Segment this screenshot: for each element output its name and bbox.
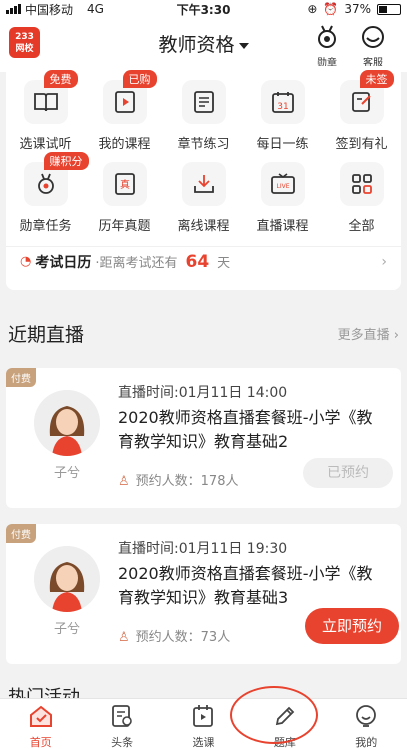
network-type: 4G xyxy=(87,2,104,16)
home-icon xyxy=(29,705,52,727)
tab-profile[interactable]: 我的 xyxy=(336,699,396,749)
battery-icon xyxy=(377,3,401,15)
live-title: 2020教师资格直播套餐班-小学《教育教学知识》教育基础2 xyxy=(118,408,373,451)
section-title: 近期直播 xyxy=(8,324,85,346)
alarm-icon: ⏰ xyxy=(323,2,339,16)
medal-icon xyxy=(318,25,336,48)
battery-percent: 37% xyxy=(344,2,371,16)
more-live-link[interactable]: 更多直播 › xyxy=(338,324,399,343)
booked-button[interactable]: 已预约 xyxy=(303,458,393,488)
paid-tag: 付费 xyxy=(6,368,36,387)
tab-question-bank[interactable]: 题库 xyxy=(255,699,315,749)
document-list-icon xyxy=(181,80,226,124)
live-tv-icon: LIVE xyxy=(260,162,305,206)
live-time: 直播时间:01月11日 19:30 xyxy=(118,541,288,557)
caret-down-icon xyxy=(238,42,249,49)
badge-unsigned: 未签 xyxy=(359,70,394,88)
booking-count: ♙ 预约人数：73人 xyxy=(118,630,231,645)
download-icon xyxy=(181,162,226,206)
grid-item-offline-courses[interactable]: 离线课程 xyxy=(168,162,240,234)
person-icon: ♙ xyxy=(118,630,130,645)
svg-text:LIVE: LIVE xyxy=(276,183,289,190)
tab-courses[interactable]: 选课 xyxy=(173,699,233,749)
live-title: 2020教师资格直播套餐班-小学《教育教学知识》教育基础3 xyxy=(118,564,373,607)
news-icon xyxy=(112,705,132,727)
calendar-clock-icon: ◔ xyxy=(20,254,32,269)
calendar-icon: 31 xyxy=(260,80,305,124)
booking-count: ♙ 预约人数：178人 xyxy=(118,474,239,489)
teacher-avatar xyxy=(34,390,100,456)
profile-icon xyxy=(356,705,377,727)
grid-item-all[interactable]: 全部 xyxy=(326,162,398,234)
grid-item-sign-in[interactable]: 签到有礼 未签 xyxy=(326,70,398,152)
carrier-name: 中国移动 xyxy=(25,2,74,17)
tab-headlines[interactable]: 头条 xyxy=(92,699,152,749)
page-title: 教师资格 xyxy=(158,34,235,56)
grid-row-2: 勋章任务 赚积分 真 历年真题 离线课程 LIVE 直播课程 全部 xyxy=(6,152,401,234)
headset-icon xyxy=(362,26,384,48)
status-bar: 中国移动 4G 下午3:30 ⊕ ⏰ 37% xyxy=(0,0,407,18)
customer-service-button[interactable]: 客服 xyxy=(356,24,390,69)
exam-paper-icon: 真 xyxy=(102,162,147,206)
quick-access-card: 选课试听 免费 我的课程 已购 章节练习 31 每日一练 签到有礼 未签 勋章任… xyxy=(6,66,401,290)
app-header: 233 网校 教师资格 勋章 客服 xyxy=(0,18,407,72)
subject-selector[interactable]: 教师资格 xyxy=(0,30,407,57)
exam-calendar-row[interactable]: ◔ 考试日历 ·距离考试还有 64 天 › xyxy=(6,246,401,276)
status-time: 下午3:30 xyxy=(176,2,231,17)
live-card[interactable]: 付费 子兮 直播时间:01月11日 19:30 2020教师资格直播套餐班-小学… xyxy=(6,524,401,664)
book-now-button[interactable]: 立即预约 xyxy=(305,608,399,644)
teacher-name: 子兮 xyxy=(53,622,80,637)
lock-rotation-icon: ⊕ xyxy=(307,2,318,16)
grid-item-trial[interactable]: 选课试听 免费 xyxy=(10,70,82,152)
exam-calendar-title: 考试日历 xyxy=(35,254,92,271)
live-section-header: 近期直播 更多直播 › xyxy=(0,310,407,352)
grid-item-chapter-practice[interactable]: 章节练习 xyxy=(168,80,240,152)
medal-button[interactable]: 勋章 xyxy=(310,24,344,69)
grid-item-my-courses[interactable]: 我的课程 已购 xyxy=(89,70,161,152)
badge-purchased: 已购 xyxy=(122,70,157,88)
grid-item-live-courses[interactable]: LIVE 直播课程 xyxy=(247,162,319,234)
grid-item-daily-practice[interactable]: 31 每日一练 xyxy=(247,80,319,152)
chevron-right-icon: › xyxy=(381,253,387,270)
svg-text:31: 31 xyxy=(277,102,288,112)
grid-item-medal-tasks[interactable]: 勋章任务 赚积分 xyxy=(10,152,89,234)
exam-days-count: 64 xyxy=(185,251,210,272)
person-icon: ♙ xyxy=(118,474,130,489)
pencil-icon xyxy=(275,706,295,726)
tab-home[interactable]: 首页 xyxy=(11,699,71,749)
exam-days-unit: 天 xyxy=(217,256,231,271)
grid-item-past-exams[interactable]: 真 历年真题 xyxy=(89,162,161,234)
exam-countdown-prefix: ·距离考试还有 xyxy=(95,256,178,271)
teacher-avatar xyxy=(34,546,100,612)
badge-free: 免费 xyxy=(43,70,78,88)
grid-icon xyxy=(339,162,384,206)
course-icon xyxy=(193,705,214,727)
live-card[interactable]: 付费 子兮 直播时间:01月11日 14:00 2020教师资格直播套餐班-小学… xyxy=(6,368,401,508)
bottom-tab-bar: 首页 头条 选课 题库 我的 xyxy=(0,698,407,749)
signal-icon xyxy=(6,4,21,14)
svg-text:真: 真 xyxy=(120,178,130,191)
teacher-name: 子兮 xyxy=(53,466,80,481)
paid-tag: 付费 xyxy=(6,524,36,543)
live-time: 直播时间:01月11日 14:00 xyxy=(118,385,288,401)
grid-row-1: 选课试听 免费 我的课程 已购 章节练习 31 每日一练 签到有礼 未签 xyxy=(6,70,401,152)
badge-earn-points: 赚积分 xyxy=(43,152,89,170)
